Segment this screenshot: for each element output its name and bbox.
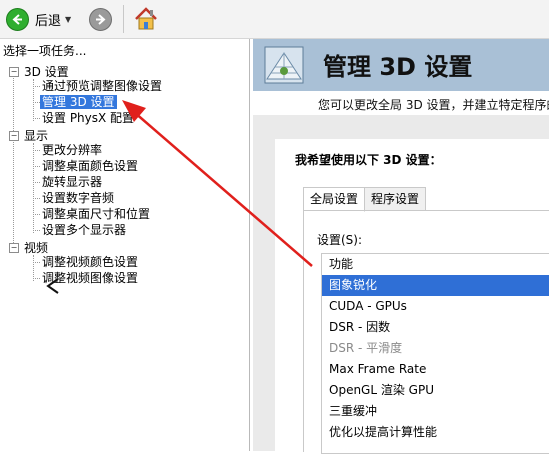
tab-panel: 设置(S): 功能 图象锐化 CUDA - GPUs DSR - 因数 DSR … <box>303 210 549 454</box>
task-pane: 选择一项任务... − 3D 设置 通过预览调整图像设置 管理 3D 设置 设置… <box>0 39 250 451</box>
toolbar: 后退 ▼ <box>0 0 549 39</box>
page-title: 管理 3D 设置 <box>323 53 473 81</box>
tree-group-video[interactable]: 视频 <box>24 241 48 255</box>
tree-line <box>33 278 40 279</box>
list-item[interactable]: OpenGL 渲染 GPU <box>322 380 549 401</box>
back-button[interactable]: 后退 ▼ <box>6 7 71 31</box>
tree-line <box>33 166 40 167</box>
list-item[interactable]: 优化以提高计算性能 <box>322 422 549 443</box>
tree-group-3d-settings[interactable]: 3D 设置 <box>24 65 69 79</box>
collapse-toggle[interactable]: − <box>9 67 19 77</box>
home-button[interactable] <box>133 6 159 35</box>
list-item[interactable]: 图象锐化 <box>322 275 549 296</box>
toolbar-divider <box>123 5 124 33</box>
settings-list[interactable]: 功能 图象锐化 CUDA - GPUs DSR - 因数 DSR - 平滑度 M… <box>321 253 549 454</box>
list-item[interactable]: DSR - 平滑度 <box>322 338 549 359</box>
tree-line <box>33 150 40 151</box>
tree-line <box>33 262 40 263</box>
tree-line <box>33 118 40 119</box>
tree-group-display[interactable]: 显示 <box>24 129 48 143</box>
chevron-down-icon[interactable]: ▼ <box>65 15 71 24</box>
task-header: 选择一项任务... <box>3 44 87 58</box>
back-label: 后退 <box>35 13 62 29</box>
tree-item-change-resolution[interactable]: 更改分辨率 <box>42 143 102 157</box>
collapse-toggle[interactable]: − <box>9 243 19 253</box>
tree-line <box>33 182 40 183</box>
list-header-feature: 功能 <box>329 257 354 271</box>
tree-line <box>33 214 40 215</box>
tab-program-settings[interactable]: 程序设置 <box>364 187 427 211</box>
3d-settings-icon <box>264 46 304 84</box>
tree-item-physx-config[interactable]: 设置 PhysX 配置 <box>42 111 134 125</box>
tree-line <box>33 102 40 103</box>
forward-arrow-icon <box>89 8 112 31</box>
list-item[interactable]: Max Frame Rate <box>322 359 549 380</box>
tree-item-multiple-displays[interactable]: 设置多个显示器 <box>42 223 126 237</box>
tree-line <box>33 86 40 87</box>
tree-item-preview-image-settings[interactable]: 通过预览调整图像设置 <box>42 79 162 93</box>
main-panel: 管理 3D 设置 您可以更改全局 3D 设置，并建立特定程序的 我希望使用以下 … <box>253 39 549 454</box>
page-header: 管理 3D 设置 <box>253 39 549 91</box>
tree-item-manage-3d-settings[interactable]: 管理 3D 设置 <box>40 95 117 109</box>
settings-label: 设置(S): <box>317 233 363 247</box>
tree-item-video-color[interactable]: 调整视频颜色设置 <box>42 255 138 269</box>
tree-line <box>33 198 40 199</box>
tree-item-desktop-size-position[interactable]: 调整桌面尺寸和位置 <box>42 207 150 221</box>
list-item[interactable]: CUDA - GPUs <box>322 296 549 317</box>
page-description: 您可以更改全局 3D 设置，并建立特定程序的 <box>318 98 549 112</box>
forward-button[interactable] <box>89 8 112 31</box>
section-heading: 我希望使用以下 3D 设置： <box>295 153 442 167</box>
tree-line <box>13 75 14 247</box>
tree-line <box>33 143 34 233</box>
collapse-toggle[interactable]: − <box>9 131 19 141</box>
tree-line <box>33 230 40 231</box>
subtitle-band: 您可以更改全局 3D 设置，并建立特定程序的 <box>253 91 549 115</box>
tab-global-settings[interactable]: 全局设置 <box>303 187 366 212</box>
tree-item-video-image[interactable]: 调整视频图像设置 <box>42 271 138 285</box>
tree-item-rotate-display[interactable]: 旋转显示器 <box>42 175 102 189</box>
tree-item-digital-audio[interactable]: 设置数字音频 <box>42 191 114 205</box>
tree-item-desktop-color[interactable]: 调整桌面颜色设置 <box>42 159 138 173</box>
back-arrow-icon <box>6 7 29 31</box>
home-icon <box>135 7 157 30</box>
settings-card: 我希望使用以下 3D 设置： 全局设置 程序设置 设置(S): 功能 图象锐化 … <box>275 139 549 454</box>
list-item[interactable]: DSR - 因数 <box>322 317 549 338</box>
list-item[interactable]: 三重缓冲 <box>322 401 549 422</box>
